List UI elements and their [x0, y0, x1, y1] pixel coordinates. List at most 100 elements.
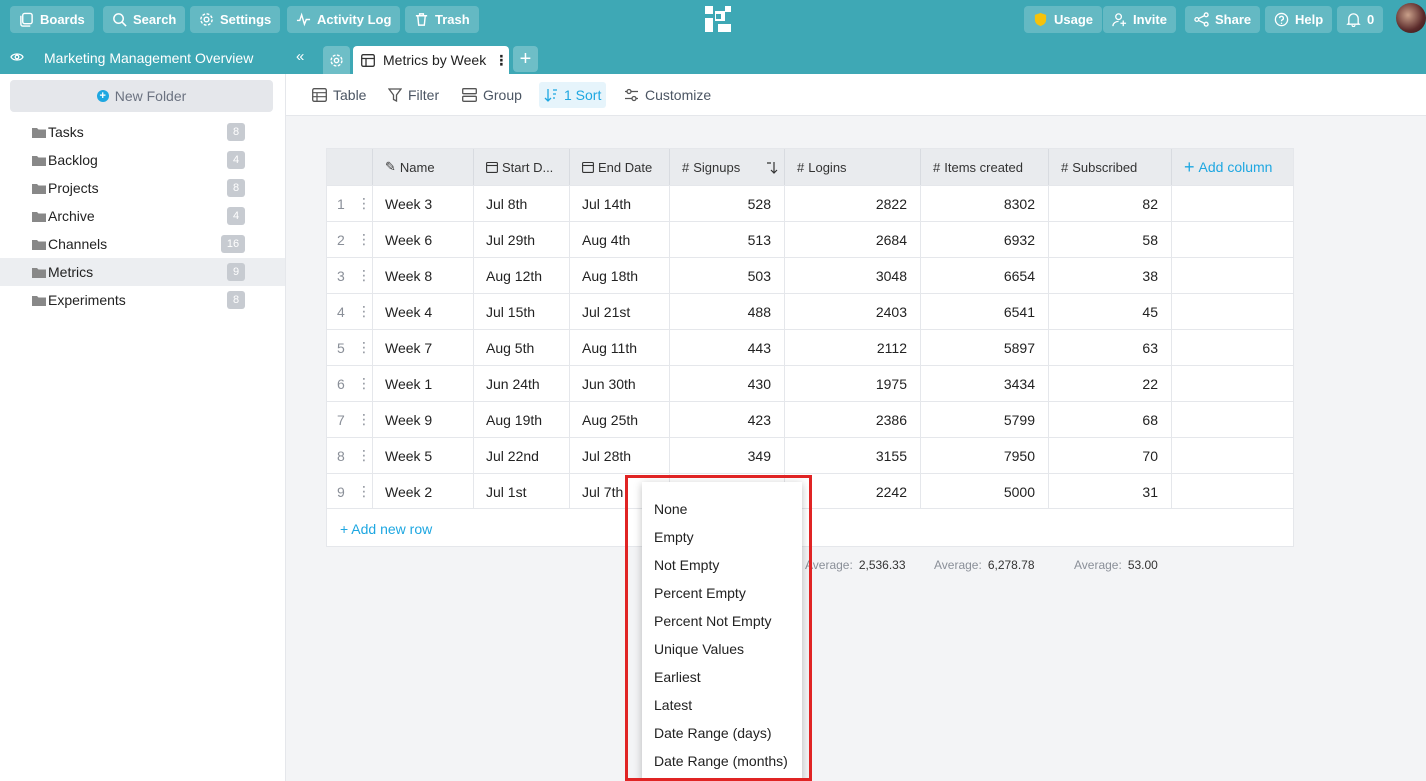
tab-menu-icon[interactable]: ⋮ [494, 52, 508, 69]
app-logo[interactable] [704, 5, 732, 33]
row-menu-icon[interactable]: ⋮ [357, 411, 371, 428]
cell-items-created[interactable]: 3434 [921, 366, 1049, 401]
cell-end-date[interactable]: Jul 14th [570, 186, 670, 221]
settings-button[interactable]: Settings [190, 6, 281, 33]
cell-items-created[interactable]: 6654 [921, 258, 1049, 293]
sidebar-item-archive[interactable]: Archive 4 [0, 202, 285, 230]
cell-start-date[interactable]: Aug 19th [474, 402, 570, 437]
cell-logins[interactable]: 2386 [785, 402, 921, 437]
tab-metrics-by-week[interactable]: Metrics by Week ⋮ [353, 46, 509, 74]
column-header-items-created[interactable]: # Items created [921, 149, 1049, 185]
filter-button[interactable]: Filter [383, 82, 444, 108]
cell-name[interactable]: Week 9 [373, 402, 474, 437]
search-button[interactable]: Search [103, 6, 186, 33]
cell-subscribed[interactable]: 31 [1049, 474, 1172, 509]
row-menu-icon[interactable]: ⋮ [357, 303, 371, 320]
table-row[interactable]: 1 ⋮ Week 3 Jul 8th Jul 14th 528 2822 8302… [327, 185, 1293, 221]
cell-name[interactable]: Week 4 [373, 294, 474, 329]
column-header-end-date[interactable]: End Date [570, 149, 670, 185]
boards-button[interactable]: Boards [10, 6, 94, 33]
cell-logins[interactable]: 3155 [785, 438, 921, 473]
column-header-subscribed[interactable]: # Subscribed [1049, 149, 1172, 185]
new-folder-button[interactable]: + New Folder [10, 80, 273, 112]
cell-end-date[interactable]: Aug 4th [570, 222, 670, 257]
table-row[interactable]: 2 ⋮ Week 6 Jul 29th Aug 4th 513 2684 6932… [327, 221, 1293, 257]
summary-logins[interactable]: Average: 2,536.33 [805, 558, 906, 572]
cell-subscribed[interactable]: 70 [1049, 438, 1172, 473]
cell-end-date[interactable]: Aug 18th [570, 258, 670, 293]
cell-name[interactable]: Week 6 [373, 222, 474, 257]
cell-start-date[interactable]: Aug 5th [474, 330, 570, 365]
cell-logins[interactable]: 2112 [785, 330, 921, 365]
cell-start-date[interactable]: Jul 15th [474, 294, 570, 329]
table-row[interactable]: 8 ⋮ Week 5 Jul 22nd Jul 28th 349 3155 795… [327, 437, 1293, 473]
cell-end-date[interactable]: Aug 11th [570, 330, 670, 365]
sidebar-item-projects[interactable]: Projects 8 [0, 174, 285, 202]
cell-items-created[interactable]: 5799 [921, 402, 1049, 437]
cell-end-date[interactable]: Aug 25th [570, 402, 670, 437]
cell-name[interactable]: Week 1 [373, 366, 474, 401]
invite-button[interactable]: Invite [1103, 6, 1176, 33]
table-view-button[interactable]: Table [307, 82, 371, 108]
row-menu-icon[interactable]: ⋮ [357, 267, 371, 284]
cell-logins[interactable]: 3048 [785, 258, 921, 293]
trash-button[interactable]: Trash [405, 6, 479, 33]
cell-name[interactable]: Week 3 [373, 186, 474, 221]
cell-signups[interactable]: 430 [670, 366, 785, 401]
column-header-start-date[interactable]: Start D... [474, 149, 570, 185]
sort-descending-icon[interactable] [766, 161, 778, 174]
cell-start-date[interactable]: Jul 8th [474, 186, 570, 221]
cell-subscribed[interactable]: 22 [1049, 366, 1172, 401]
column-header-name[interactable]: ✎ Name [373, 149, 474, 185]
cell-signups[interactable]: 513 [670, 222, 785, 257]
cell-items-created[interactable]: 7950 [921, 438, 1049, 473]
cell-items-created[interactable]: 8302 [921, 186, 1049, 221]
avatar[interactable] [1396, 3, 1426, 33]
column-header-logins[interactable]: # Logins [785, 149, 921, 185]
add-column-button[interactable]: + Add column [1172, 149, 1293, 185]
cell-start-date[interactable]: Jun 24th [474, 366, 570, 401]
cell-signups[interactable]: 488 [670, 294, 785, 329]
share-button[interactable]: Share [1185, 6, 1261, 33]
cell-signups[interactable]: 443 [670, 330, 785, 365]
table-row[interactable]: 3 ⋮ Week 8 Aug 12th Aug 18th 503 3048 665… [327, 257, 1293, 293]
cell-name[interactable]: Week 7 [373, 330, 474, 365]
sort-button[interactable]: 1 Sort [539, 82, 607, 108]
sidebar-item-backlog[interactable]: Backlog 4 [0, 146, 285, 174]
table-row[interactable]: 4 ⋮ Week 4 Jul 15th Jul 21st 488 2403 654… [327, 293, 1293, 329]
summary-subscribed[interactable]: Average: 53.00 [1074, 558, 1158, 572]
cell-signups[interactable]: 349 [670, 438, 785, 473]
column-header-signups[interactable]: # Signups [670, 149, 785, 185]
cell-logins[interactable]: 2684 [785, 222, 921, 257]
cell-subscribed[interactable]: 68 [1049, 402, 1172, 437]
cell-name[interactable]: Week 2 [373, 474, 474, 509]
cell-subscribed[interactable]: 45 [1049, 294, 1172, 329]
cell-signups[interactable]: 503 [670, 258, 785, 293]
cell-logins[interactable]: 2403 [785, 294, 921, 329]
row-menu-icon[interactable]: ⋮ [357, 195, 371, 212]
view-settings-button[interactable] [323, 46, 350, 74]
summary-items-created[interactable]: Average: 6,278.78 [934, 558, 1035, 572]
cell-end-date[interactable]: Jul 28th [570, 438, 670, 473]
cell-items-created[interactable]: 6541 [921, 294, 1049, 329]
cell-end-date[interactable]: Jun 30th [570, 366, 670, 401]
cell-subscribed[interactable]: 63 [1049, 330, 1172, 365]
row-menu-icon[interactable]: ⋮ [357, 483, 371, 500]
help-button[interactable]: Help [1265, 6, 1333, 33]
cell-subscribed[interactable]: 82 [1049, 186, 1172, 221]
cell-name[interactable]: Week 5 [373, 438, 474, 473]
collapse-sidebar-icon[interactable]: « [296, 48, 304, 65]
customize-button[interactable]: Customize [619, 82, 716, 108]
table-row[interactable]: 7 ⋮ Week 9 Aug 19th Aug 25th 423 2386 579… [327, 401, 1293, 437]
cell-start-date[interactable]: Jul 29th [474, 222, 570, 257]
row-menu-icon[interactable]: ⋮ [357, 231, 371, 248]
cell-start-date[interactable]: Jul 1st [474, 474, 570, 509]
cell-signups[interactable]: 528 [670, 186, 785, 221]
cell-name[interactable]: Week 8 [373, 258, 474, 293]
sidebar-item-metrics[interactable]: Metrics 9 [0, 258, 285, 286]
row-menu-icon[interactable]: ⋮ [357, 375, 371, 392]
table-row[interactable]: 5 ⋮ Week 7 Aug 5th Aug 11th 443 2112 5897… [327, 329, 1293, 365]
row-menu-icon[interactable]: ⋮ [357, 447, 371, 464]
cell-logins[interactable]: 1975 [785, 366, 921, 401]
cell-items-created[interactable]: 5000 [921, 474, 1049, 509]
